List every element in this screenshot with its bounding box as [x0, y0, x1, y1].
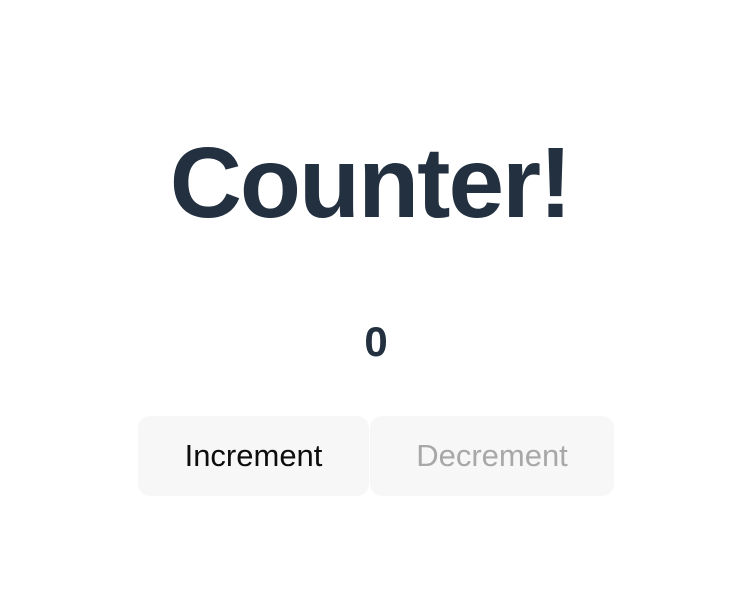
- counter-value: 0: [364, 318, 388, 365]
- page-title: Counter!: [169, 127, 573, 239]
- increment-button[interactable]: Increment: [138, 416, 369, 496]
- decrement-button[interactable]: Decrement: [370, 416, 614, 496]
- counter-app: Counter! 0 Increment Decrement: [0, 0, 740, 612]
